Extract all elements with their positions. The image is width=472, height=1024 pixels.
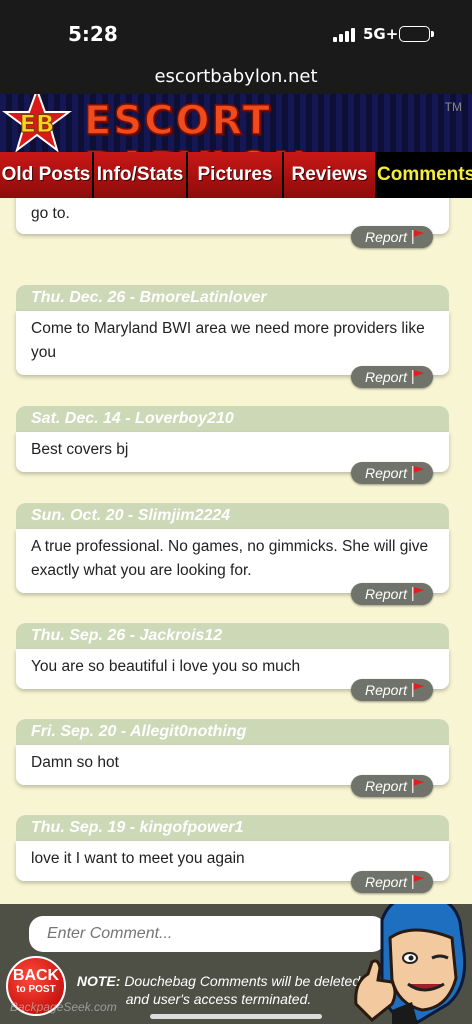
report-button[interactable]: Report (351, 462, 433, 484)
comment-input[interactable] (29, 916, 386, 952)
flag-icon (412, 370, 424, 384)
flag-icon (412, 466, 424, 480)
comment-policy-note: NOTE: Douchebag Comments will be deleted… (76, 973, 361, 1007)
tab-reviews[interactable]: Reviews (284, 152, 377, 198)
report-button[interactable]: Report (351, 583, 433, 605)
tab-old-posts[interactable]: Old Posts (0, 152, 94, 198)
comment-user[interactable]: Slimjim2224 (138, 507, 231, 524)
status-bar: 5:28 5G+ (0, 0, 472, 60)
comment-date: Thu. Sep. 19 (31, 819, 126, 836)
comment-header: Fri. Sep. 20 - Allegit0nothing (16, 719, 449, 745)
tab-comments[interactable]: Comments (377, 152, 472, 198)
signal-icon (333, 28, 355, 42)
comment-user[interactable]: Loverboy210 (135, 410, 234, 427)
comment-header: Sat. Dec. 14 - Loverboy210 (16, 406, 449, 432)
flag-icon (412, 230, 424, 244)
comment-user[interactable]: kingofpower1 (139, 819, 243, 836)
site-banner[interactable]: EB ESCORT BABYLON TM (0, 94, 472, 152)
comment-header: Sun. Oct. 20 - Slimjim2224 (16, 503, 449, 529)
comment-card: Thu. Sep. 26 - Jackrois12 You are so bea… (16, 623, 449, 701)
profile-tabs: Old Posts Info/Stats Pictures Reviews Co… (0, 152, 472, 198)
flag-icon (412, 587, 424, 601)
comment-card: Thu. Sep. 19 - kingofpower1 love it I wa… (16, 815, 449, 893)
comment-date: Thu. Sep. 26 (31, 627, 126, 644)
comment-card: Sun. Oct. 20 - Slimjim2224 A true profes… (16, 503, 449, 605)
flag-icon (412, 779, 424, 793)
comment-card: Sat. Dec. 14 - Loverboy210 Best covers b… (16, 406, 449, 484)
status-time: 5:28 (68, 22, 118, 46)
comment-card: Gorgeous woman. Very satisfying. Head on… (16, 198, 449, 248)
comment-date: Fri. Sep. 20 (31, 723, 117, 740)
flag-icon (412, 875, 424, 889)
flag-icon (412, 683, 424, 697)
report-button[interactable]: Report (351, 366, 433, 388)
battery-icon (399, 26, 434, 42)
url-bar[interactable]: escortbabylon.net (0, 60, 472, 94)
comment-user[interactable]: BmoreLatinlover (139, 289, 266, 306)
comment-user[interactable]: Jackrois12 (139, 627, 222, 644)
comment-card: Fri. Sep. 20 - Allegit0nothing Damn so h… (16, 719, 449, 797)
comments-list[interactable]: Gorgeous woman. Very satisfying. Head on… (0, 198, 472, 904)
mascot-thumbs-up-icon (354, 904, 467, 1024)
comment-card: Thu. Dec. 26 - BmoreLatinlover Come to M… (16, 285, 449, 388)
logo-star-icon: EB (2, 94, 72, 152)
comment-date: Sat. Dec. 14 (31, 410, 121, 427)
comment-user[interactable]: Allegit0nothing (130, 723, 246, 740)
report-button[interactable]: Report (351, 871, 433, 893)
url-text: escortbabylon.net (154, 66, 318, 87)
comment-header: Thu. Sep. 19 - kingofpower1 (16, 815, 449, 841)
logo-badge-text: EB (20, 110, 55, 138)
comment-date: Thu. Dec. 26 (31, 289, 126, 306)
watermark: BackpageSeek.com (10, 1000, 117, 1014)
report-button[interactable]: Report (351, 679, 433, 701)
report-button[interactable]: Report (351, 775, 433, 797)
comment-date: Sun. Oct. 20 (31, 507, 124, 524)
comment-header: Thu. Sep. 26 - Jackrois12 (16, 623, 449, 649)
site-logo: ESCORT BABYLON (83, 97, 307, 152)
tab-pictures[interactable]: Pictures (188, 152, 284, 198)
comment-composer: BACK to POST NOTE: Douchebag Comments wi… (0, 904, 472, 1024)
tab-info-stats[interactable]: Info/Stats (94, 152, 188, 198)
comment-header: Thu. Dec. 26 - BmoreLatinlover (16, 285, 449, 311)
report-button[interactable]: Report (351, 226, 433, 248)
network-label: 5G+ (363, 25, 399, 43)
trademark-mark: TM (444, 100, 462, 114)
home-indicator (150, 1014, 322, 1019)
